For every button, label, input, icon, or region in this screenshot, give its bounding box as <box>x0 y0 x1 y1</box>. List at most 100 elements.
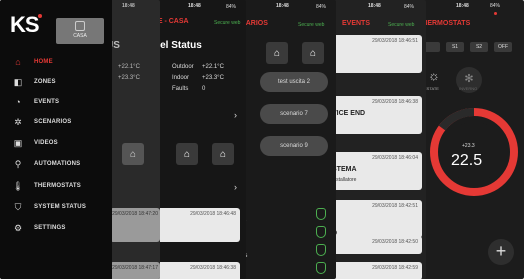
menu-item-label: AUTOMATIONS <box>34 161 81 167</box>
event-date: 29/03/2018 18:46:38 <box>190 265 236 271</box>
menu-item-thermostats[interactable]: 🌡︎ THERMOSTATS <box>0 177 120 195</box>
battery-text: 84% <box>226 4 237 10</box>
menu-item-label: THERMOSTATS <box>34 183 81 189</box>
indoor-label: Indoor <box>172 75 190 81</box>
event-card[interactable]: 29/03/2018 18:42:50 D <box>330 230 422 254</box>
menu-item-videos[interactable]: ▣ VIDEOS <box>0 134 120 152</box>
menu-item-label: ZONES <box>34 79 56 85</box>
menu-item-zones[interactable]: ◧ ZONES <box>0 73 120 91</box>
home-shortcut-icon[interactable]: ⌂ <box>176 143 198 165</box>
side-menu: KS CASA ⌂ HOME ◧ ZONES ◔ EVENTS ✲ SCENAR… <box>0 0 112 279</box>
outdoor-label: Outdoor <box>172 64 194 70</box>
event-card[interactable]: 29/03/2018 18:46:51 <box>330 35 422 73</box>
thermostats-panel: 18:48 84% THERMOSTATS S1 S2 OFF ☼ ESTATE… <box>418 0 524 279</box>
menu-item-home[interactable]: ⌂ HOME <box>0 53 120 71</box>
indoor-value: +23.3°C <box>202 75 224 81</box>
home-shortcut-icon[interactable]: ⌂ <box>122 143 144 165</box>
outdoor-value: +22.1°C <box>118 64 140 70</box>
zone-lock-icon[interactable] <box>316 262 326 274</box>
zone-row[interactable]: rs <box>236 226 336 241</box>
zone-lock-icon[interactable] <box>316 226 326 238</box>
automations-icon: ⚲ <box>14 158 22 169</box>
chevron-right-icon[interactable]: › <box>234 182 237 192</box>
event-date: 29/03/2018 18:47:17 <box>112 265 158 271</box>
menu-item-label: EVENTS <box>34 99 60 105</box>
sun-icon[interactable]: ☼ <box>426 68 442 84</box>
zone-lock-icon[interactable] <box>316 244 326 256</box>
events-icon: ◔ <box>15 97 21 107</box>
indoor-value: +23.3°C <box>118 75 140 81</box>
secure-web-badge: Secure web <box>388 22 415 28</box>
screenshot-collage: 18:48 84% THERMOSTATS S1 S2 OFF ☼ ESTATE… <box>0 0 524 279</box>
menu-item-system-status[interactable]: ⛉ SYSTEM STATUS <box>0 198 120 216</box>
summer-mode-label: ESTATE <box>424 86 439 91</box>
event-date: 29/03/2018 18:46:38 <box>372 99 418 105</box>
menu-item-automations[interactable]: ⚲ AUTOMATIONS <box>0 155 120 173</box>
mode-tabs: S1 S2 OFF <box>422 42 522 52</box>
add-button[interactable]: + <box>488 239 514 265</box>
event-date: 29/03/2018 18:42:51 <box>372 203 418 209</box>
scenario-button[interactable]: scenario 7 <box>260 104 328 124</box>
menu-item-settings[interactable]: ⚙ SETTINGS <box>0 219 120 237</box>
settings-icon: ⚙ <box>13 222 23 233</box>
event-card[interactable]: 29/03/2018 18:46:48 <box>150 208 240 242</box>
event-date: 29/03/2018 18:42:50 <box>372 239 418 245</box>
videos-icon: ▣ <box>13 137 23 148</box>
home-tile-label: CASA <box>73 33 87 39</box>
status-panel: 18:48 84% ME - CASA Secure web nel Statu… <box>150 0 246 279</box>
winter-mode-label: INVERNO <box>459 86 478 91</box>
status-time: 18:48 <box>188 3 201 9</box>
zone-lock-icon[interactable] <box>316 208 326 220</box>
secure-web-badge: Secure web <box>298 22 325 28</box>
event-card[interactable]: 29/03/2018 18:46:38 VICE END <box>330 96 422 134</box>
event-card[interactable]: 29/03/2018 18:46:04 STEMA Installatore <box>330 152 422 190</box>
page-title: nel Status <box>154 40 202 51</box>
event-card[interactable]: 29/03/2018 18:47:17 <box>110 262 160 279</box>
tab-s1[interactable]: S1 <box>446 42 464 52</box>
faults-value: 0 <box>202 86 206 92</box>
outdoor-value: +22.1°C <box>202 64 224 70</box>
home-shortcut-icon[interactable]: ⌂ <box>212 143 234 165</box>
setpoint-value: +23.3 <box>462 143 475 149</box>
menu-item-label: SETTINGS <box>34 225 66 231</box>
temperature-value: 22.5 <box>451 152 483 169</box>
home-icon: ⌂ <box>15 57 21 67</box>
zone-row[interactable]: otte <box>236 262 336 277</box>
menu-panel: 18:48 US +22.1°C +23.3°C ⌂ 29/03/2018 18… <box>0 0 160 279</box>
home-tile[interactable]: CASA <box>56 18 104 44</box>
tab-off[interactable]: OFF <box>494 42 512 52</box>
page-title: EVENTS <box>342 20 371 27</box>
scenario-button[interactable]: test uscita 2 <box>260 72 328 92</box>
menu-item-label: VIDEOS <box>34 140 58 146</box>
menu-item-scenarios[interactable]: ✲ SCENARIOS <box>0 113 120 131</box>
zone-row[interactable]: tre1 <box>236 208 336 223</box>
status-time: 18:48 <box>276 3 289 9</box>
menu-item-label: HOME <box>34 59 53 65</box>
thermostats-icon: 🌡︎ <box>12 180 24 191</box>
status-time: 18:48 <box>368 3 381 9</box>
zone-row[interactable]: sors <box>236 244 336 259</box>
secure-web-badge: Secure web <box>214 20 241 26</box>
home-shortcut-icon[interactable]: ⌂ <box>302 42 324 64</box>
thermostat-logo-dot <box>494 12 497 15</box>
battery-text: 84% <box>316 4 327 10</box>
status-time: 18:48 <box>456 3 469 9</box>
tab-s2[interactable]: S2 <box>470 42 488 52</box>
event-card[interactable]: 29/03/2018 18:42:59 <box>330 262 422 279</box>
event-date: 29/03/2018 18:42:59 <box>372 265 418 271</box>
menu-item-label: SYSTEM STATUS <box>34 204 87 210</box>
zones-icon: ◧ <box>13 76 23 87</box>
menu-item-events[interactable]: ◔ EVENTS <box>0 93 120 111</box>
logo-dot <box>38 14 42 18</box>
event-card[interactable]: 29/03/2018 18:46:38 <box>150 262 240 279</box>
battery-text: 84% <box>490 3 501 9</box>
home-shortcut-icon[interactable]: ⌂ <box>266 42 288 64</box>
chevron-right-icon[interactable]: › <box>234 110 237 120</box>
event-card[interactable]: 29/03/2018 18:42:51 <box>330 200 422 238</box>
grid-icon <box>75 21 85 31</box>
status-bar: 18:48 84% <box>418 3 524 11</box>
status-time: 18:48 <box>122 3 135 9</box>
faults-label: Faults <box>172 86 189 92</box>
scenario-button[interactable]: scenario 9 <box>260 136 328 156</box>
scenarios-icon: ✲ <box>14 116 22 127</box>
